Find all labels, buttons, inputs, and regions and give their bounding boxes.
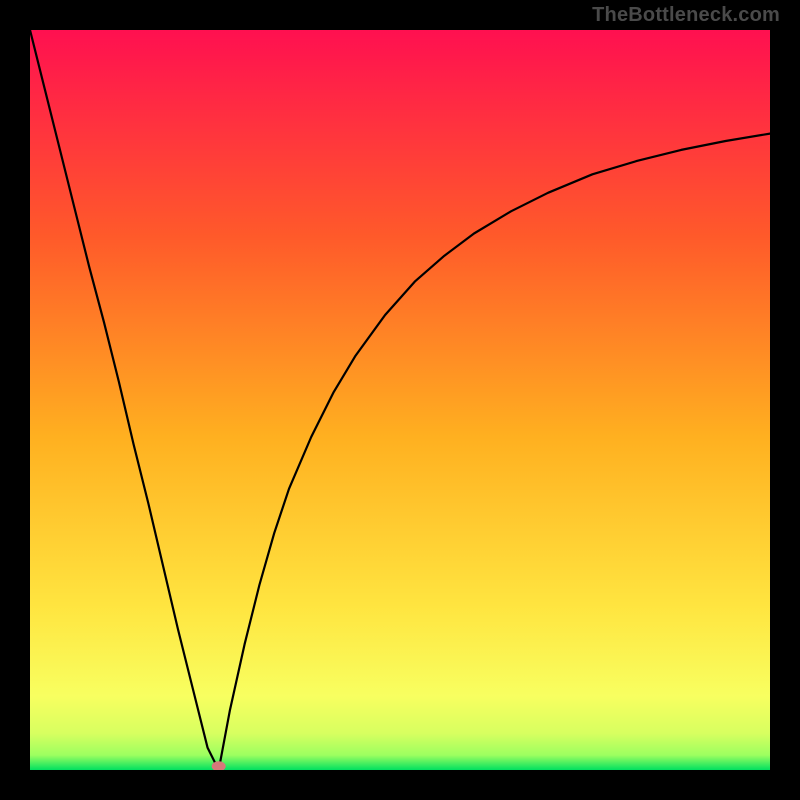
gradient-background (30, 30, 770, 770)
watermark-text: TheBottleneck.com (592, 4, 780, 27)
chart-frame: TheBottleneck.com (0, 0, 800, 800)
bottleneck-chart (30, 30, 770, 770)
